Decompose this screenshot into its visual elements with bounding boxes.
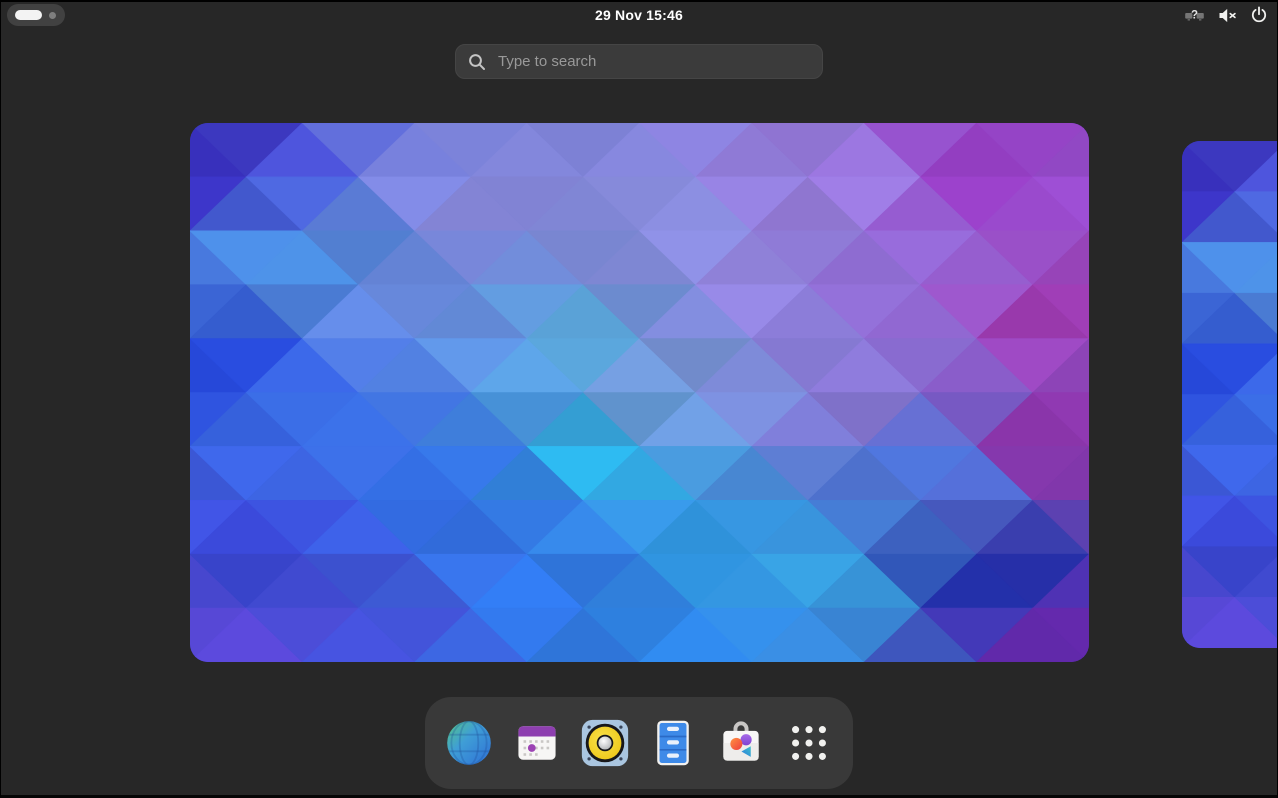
search-icon (468, 53, 486, 71)
calendar-icon (511, 717, 563, 769)
dash-app-software[interactable] (713, 715, 769, 771)
dash-app-show-apps[interactable] (781, 715, 837, 771)
web-globe-icon (443, 717, 495, 769)
dash (425, 697, 853, 789)
volume-muted-icon (1218, 7, 1237, 24)
clock[interactable]: 29 Nov 15:46 (0, 0, 1278, 30)
dash-app-files[interactable] (645, 715, 701, 771)
dash-app-music-player[interactable] (577, 715, 633, 771)
wallpaper-workspace-2 (1182, 141, 1278, 648)
system-status-area[interactable]: ? (1184, 0, 1268, 30)
svg-text:?: ? (1191, 9, 1198, 21)
wallpaper-workspace-1 (190, 123, 1089, 662)
dash-app-web-browser[interactable] (441, 715, 497, 771)
power-icon (1250, 6, 1268, 24)
workspace-thumbnail-next[interactable] (1182, 141, 1278, 648)
speaker-icon (578, 716, 632, 770)
workspace-thumbnail-current[interactable] (190, 123, 1089, 662)
file-cabinet-icon (647, 717, 699, 769)
app-grid-icon (786, 720, 832, 766)
search-bar[interactable] (455, 44, 823, 79)
top-bar: 29 Nov 15:46 ? (0, 0, 1278, 30)
dash-app-calendar[interactable] (509, 715, 565, 771)
software-bag-icon (715, 717, 767, 769)
search-input[interactable] (496, 52, 810, 71)
network-wired-unknown-icon: ? (1184, 7, 1205, 24)
